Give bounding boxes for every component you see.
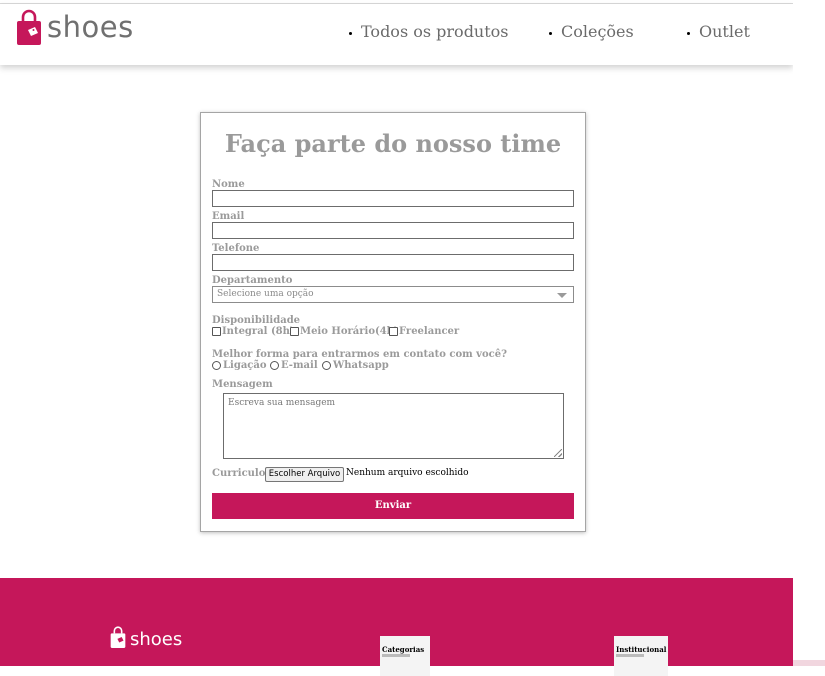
- footer-brand-name: shoes: [130, 628, 183, 650]
- nav-item-todos-os-produtos[interactable]: Todos os produtos: [349, 22, 509, 41]
- telefone-label: Telefone: [212, 243, 260, 254]
- departamento-label: Departamento: [212, 275, 293, 286]
- mensagem-label: Mensagem: [212, 379, 273, 390]
- option-label: E-mail: [281, 360, 318, 371]
- option-ligacao[interactable]: Ligação: [212, 360, 267, 371]
- site-header: shoes Todos os produtos Coleções Outlet: [0, 4, 793, 65]
- option-label: Integral (8h): [222, 326, 295, 337]
- brand-logo[interactable]: shoes: [16, 7, 134, 47]
- checkbox[interactable]: [212, 327, 221, 336]
- option-meio-horario[interactable]: Meio Horário(4h): [290, 326, 399, 337]
- option-label: Meio Horário(4h): [300, 326, 399, 337]
- footer-column-placeholder: [616, 654, 644, 657]
- submit-button[interactable]: Enviar: [212, 493, 574, 519]
- nav-label: Outlet: [699, 22, 750, 41]
- option-label: Ligação: [223, 360, 267, 371]
- footer-logo[interactable]: shoes: [110, 626, 182, 652]
- footer-column-title: Institucional: [616, 645, 667, 654]
- shopping-bag-icon: [110, 626, 126, 652]
- option-email[interactable]: E-mail: [270, 360, 318, 371]
- mensagem-textarea[interactable]: Escreva sua mensagem: [223, 393, 564, 459]
- bullet-icon: [349, 32, 352, 35]
- brand-name: shoes: [47, 10, 134, 44]
- nav-item-colecoes[interactable]: Coleções: [549, 22, 634, 41]
- choose-file-button[interactable]: Escolher Arquivo: [265, 467, 344, 482]
- telefone-input[interactable]: [212, 254, 574, 271]
- bullet-icon: [687, 32, 690, 35]
- disponibilidade-label: Disponibilidade: [212, 315, 301, 326]
- option-label: Whatsapp: [333, 360, 389, 371]
- option-freelancer[interactable]: Freelancer: [389, 326, 459, 337]
- bullet-icon: [549, 32, 552, 35]
- nav-label: Todos os produtos: [361, 22, 509, 41]
- curriculo-label: Curriculo: [212, 468, 266, 479]
- page-margin: [793, 0, 825, 666]
- footer-column-institucional: Institucional: [614, 636, 668, 676]
- option-integral[interactable]: Integral (8h): [212, 326, 295, 337]
- mensagem-placeholder: Escreva sua mensagem: [228, 398, 336, 408]
- chevron-down-icon: [557, 293, 567, 298]
- option-whatsapp[interactable]: Whatsapp: [322, 360, 389, 371]
- shopping-bag-icon: [16, 9, 42, 45]
- site-footer: shoes Categorias Institucional: [0, 578, 793, 676]
- nav-item-outlet[interactable]: Outlet: [687, 22, 750, 41]
- file-status: Nenhum arquivo escolhido: [346, 468, 469, 478]
- footer-column-categorias: Categorias: [380, 636, 430, 676]
- resize-handle-icon[interactable]: [554, 449, 562, 457]
- radio-button[interactable]: [212, 361, 221, 370]
- email-input[interactable]: [212, 222, 574, 239]
- checkbox[interactable]: [389, 327, 398, 336]
- departamento-select[interactable]: Selecione uma opção: [212, 286, 574, 303]
- page-corner: [793, 660, 825, 666]
- footer-column-placeholder: [382, 654, 410, 657]
- departamento-selected: Selecione uma opção: [217, 289, 314, 299]
- nav-label: Coleções: [561, 22, 634, 41]
- contato-label: Melhor forma para entrarmos em contato c…: [212, 349, 507, 360]
- job-application-form: Faça parte do nosso time Nome Email Tele…: [200, 112, 586, 532]
- nome-input[interactable]: [212, 190, 574, 207]
- email-label: Email: [212, 211, 245, 222]
- nome-label: Nome: [212, 179, 245, 190]
- footer-column-title: Categorias: [382, 645, 425, 654]
- radio-button[interactable]: [270, 361, 279, 370]
- form-title: Faça parte do nosso time: [224, 129, 562, 158]
- checkbox[interactable]: [290, 327, 299, 336]
- radio-button[interactable]: [322, 361, 331, 370]
- option-label: Freelancer: [399, 326, 460, 337]
